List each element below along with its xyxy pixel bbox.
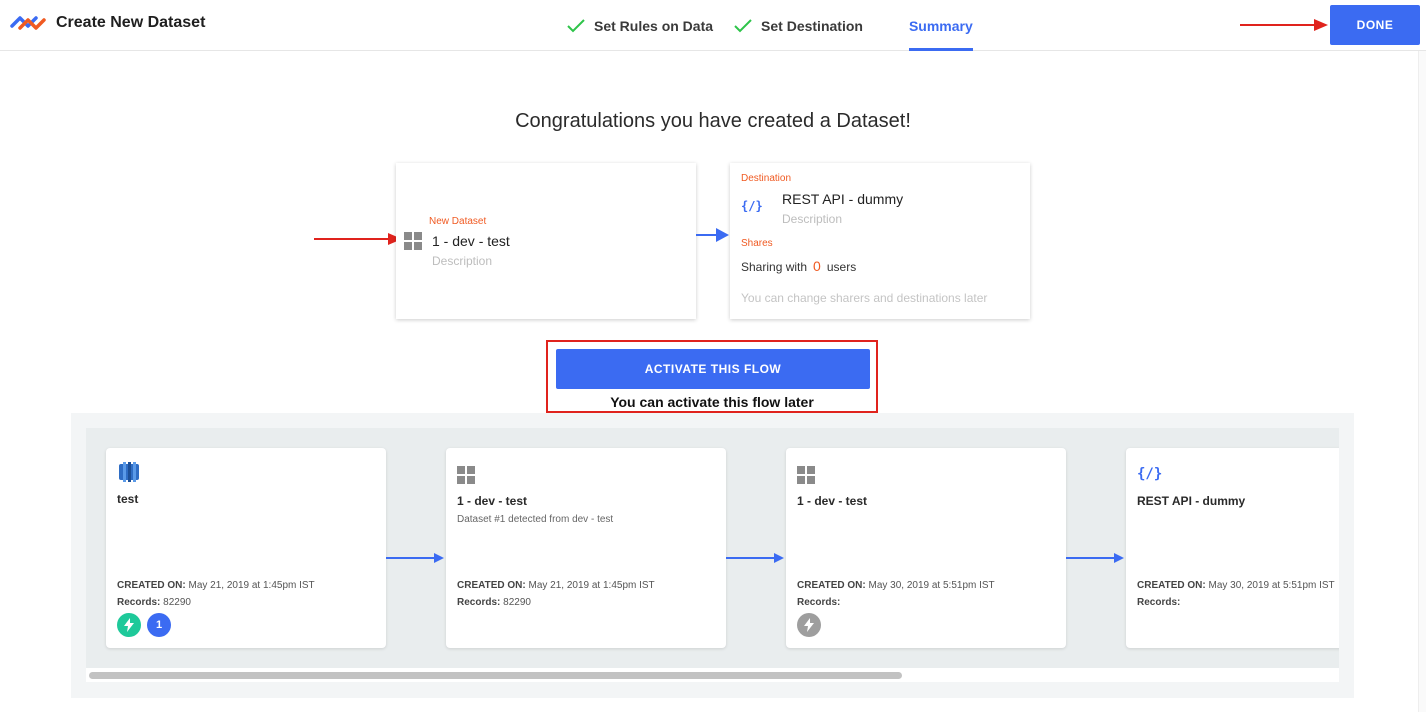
check-icon: [567, 18, 585, 32]
destination-card: Destination {/} REST API - dummy Descrip…: [730, 163, 1030, 319]
flow-arrow-icon: [696, 228, 729, 242]
records-label: Records:: [457, 597, 501, 608]
flow-arrow-icon: [1066, 553, 1124, 563]
flow-card-name: 1 - dev - test: [457, 494, 528, 508]
bolt-badge-icon[interactable]: [117, 613, 141, 637]
created-label: CREATED ON:: [457, 580, 526, 591]
flow-arrow-icon: [386, 553, 444, 563]
horizontal-scrollbar-thumb[interactable]: [89, 672, 902, 679]
page-title: Create New Dataset: [56, 14, 206, 31]
created-value: May 30, 2019 at 5:51pm IST: [1208, 580, 1335, 591]
created-value: May 21, 2019 at 1:45pm IST: [528, 580, 655, 591]
records: Records: 82290: [457, 597, 531, 608]
flow-card-name: 1 - dev - test: [797, 494, 868, 508]
records: Records:: [797, 597, 840, 608]
flow-card-dataset-copy[interactable]: 1 - dev - test CREATED ON: May 30, 2019 …: [786, 448, 1066, 648]
bolt-badge-icon[interactable]: [797, 613, 821, 637]
sharing-info: Sharing with 0 users: [741, 258, 856, 274]
created-on: CREATED ON: May 21, 2019 at 1:45pm IST: [457, 580, 655, 591]
sharing-prefix: Sharing with: [741, 260, 808, 274]
dataset-description: Description: [432, 254, 493, 268]
created-on: CREATED ON: May 21, 2019 at 1:45pm IST: [117, 580, 315, 591]
step-set-rules[interactable]: Set Rules on Data: [566, 0, 713, 51]
flow-canvas[interactable]: test CREATED ON: May 21, 2019 at 1:45pm …: [86, 428, 1339, 668]
annotation-arrow-done: [1240, 19, 1328, 31]
flow-card-dataset[interactable]: 1 - dev - test Dataset #1 detected from …: [446, 448, 726, 648]
created-on: CREATED ON: May 30, 2019 at 5:51pm IST: [797, 580, 995, 591]
done-button[interactable]: DONE: [1330, 5, 1420, 45]
code-icon: {/}: [741, 199, 763, 213]
step-label: Summary: [908, 17, 973, 34]
records-label: Records:: [117, 597, 161, 608]
annotation-arrow-dataset: [314, 233, 402, 245]
step-label: Set Rules on Data: [594, 17, 714, 34]
flow-card-subtitle: Dataset #1 detected from dev - test: [457, 514, 614, 525]
destination-description: Description: [782, 212, 843, 226]
step-label: Set Destination: [761, 17, 863, 34]
destination-name: REST API - dummy: [782, 191, 904, 207]
created-label: CREATED ON:: [117, 580, 186, 591]
congratulations-heading: Congratulations you have created a Datas…: [515, 110, 911, 132]
shares-label: Shares: [741, 238, 773, 249]
dataset-name: 1 - dev - test: [432, 233, 510, 249]
step-summary[interactable]: Summary: [908, 0, 973, 51]
vertical-scrollbar[interactable]: [1418, 51, 1426, 712]
new-dataset-label: New Dataset: [429, 216, 487, 227]
created-value: May 30, 2019 at 5:51pm IST: [868, 580, 995, 591]
grid-icon: [797, 466, 815, 484]
check-icon: [734, 18, 752, 32]
created-label: CREATED ON:: [797, 580, 866, 591]
created-label: CREATED ON:: [1137, 580, 1206, 591]
flow-card-destination[interactable]: {/} REST API - dummy CREATED ON: May 30,…: [1126, 448, 1339, 648]
records-label: Records:: [797, 597, 841, 608]
step-set-destination[interactable]: Set Destination: [733, 0, 863, 51]
sharing-count: 0: [813, 258, 821, 274]
annotation-highlight-box: ACTIVATE THIS FLOW You can activate this…: [546, 340, 878, 413]
top-bar: Create New Dataset Set Rules on Data Set…: [0, 0, 1426, 51]
code-icon: {/}: [1137, 466, 1163, 482]
created-on: CREATED ON: May 30, 2019 at 5:51pm IST: [1137, 580, 1335, 591]
wizard-steps: Set Rules on Data Set Destination Summar…: [566, 0, 993, 51]
activate-later-note: You can activate this flow later: [610, 394, 814, 410]
destination-label: Destination: [741, 173, 792, 184]
flow-card-source[interactable]: test CREATED ON: May 21, 2019 at 1:45pm …: [106, 448, 386, 648]
sharing-suffix: users: [826, 260, 857, 274]
records: Records:: [1137, 597, 1180, 608]
created-value: May 21, 2019 at 1:45pm IST: [188, 580, 315, 591]
change-later-note: You can change sharers and destinations …: [741, 291, 988, 305]
app-logo-icon: [10, 16, 46, 30]
records-label: Records:: [1137, 597, 1181, 608]
records: Records: 82290: [117, 597, 191, 608]
grid-icon: [404, 232, 422, 250]
activate-flow-button[interactable]: ACTIVATE THIS FLOW: [556, 349, 870, 389]
records-value: 82290: [163, 597, 191, 608]
new-dataset-card: New Dataset 1 - dev - test Description: [396, 163, 696, 319]
flow-arrow-icon: [726, 553, 784, 563]
count-badge[interactable]: 1: [147, 613, 171, 637]
flow-card-name: REST API - dummy: [1137, 494, 1246, 508]
grid-icon: [457, 466, 475, 484]
records-value: 82290: [503, 597, 531, 608]
database-icon: [119, 462, 139, 482]
flow-card-name: test: [117, 492, 139, 506]
